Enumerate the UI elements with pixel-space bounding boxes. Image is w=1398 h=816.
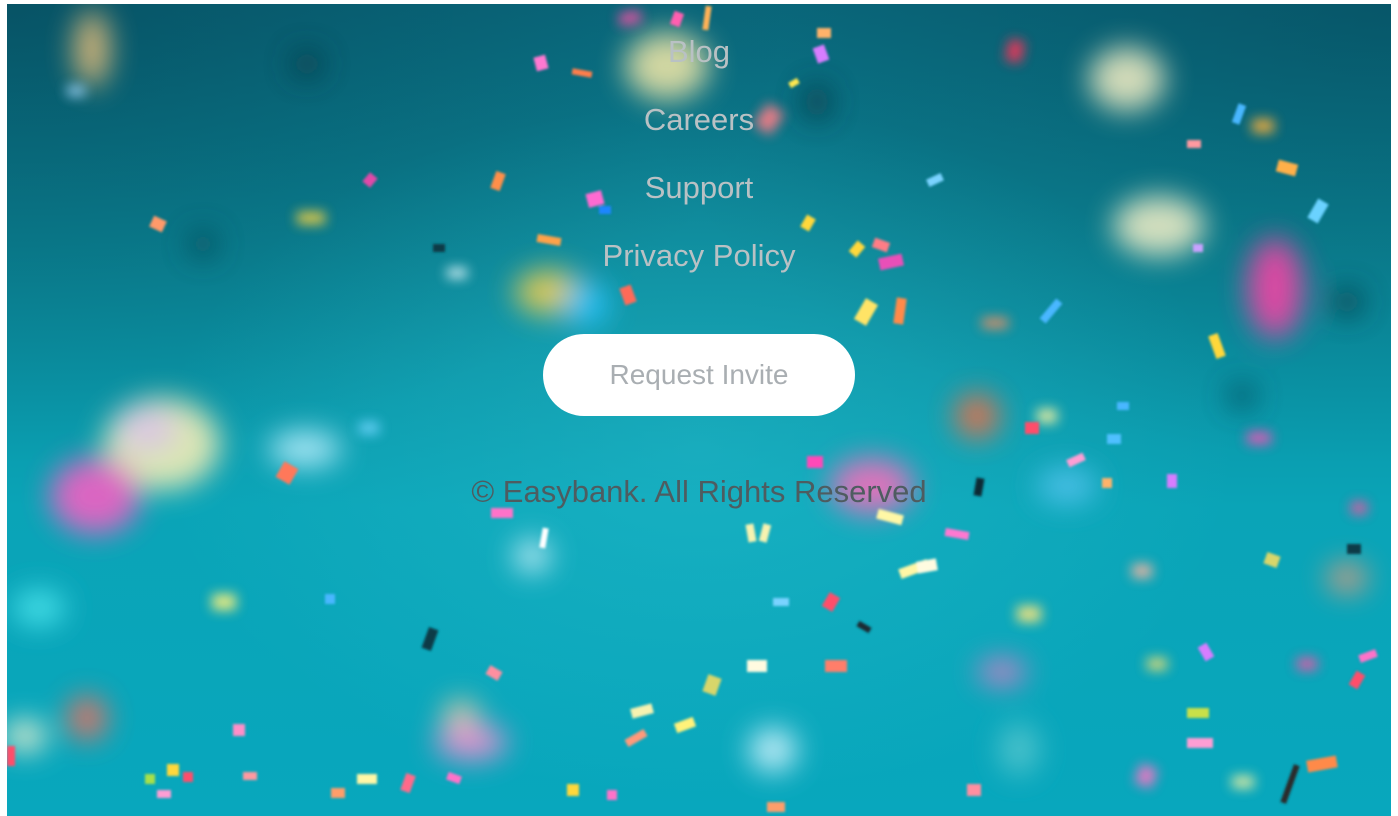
footer-link-careers[interactable]: Careers — [644, 102, 754, 137]
footer-nav: Blog Careers Support Privacy Policy — [7, 32, 1391, 304]
footer-link-item-blog: Blog — [7, 32, 1391, 100]
footer-link-item-support: Support — [7, 168, 1391, 236]
footer-link-item-privacy-policy: Privacy Policy — [7, 236, 1391, 304]
copyright-text: © Easybank. All Rights Reserved — [471, 474, 927, 509]
request-invite-button[interactable]: Request Invite — [543, 334, 855, 416]
footer-section: Blog Careers Support Privacy Policy Requ… — [7, 4, 1391, 816]
footer-link-blog[interactable]: Blog — [668, 34, 730, 69]
footer-link-item-careers: Careers — [7, 100, 1391, 168]
footer-link-support[interactable]: Support — [645, 170, 754, 205]
footer-link-privacy-policy[interactable]: Privacy Policy — [603, 238, 796, 273]
